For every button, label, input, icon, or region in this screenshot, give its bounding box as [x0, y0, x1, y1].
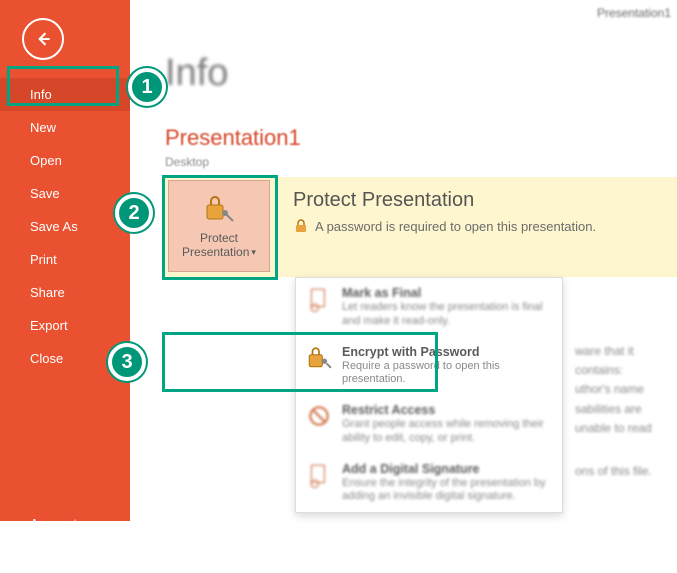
inspect-text-fragment: ware that it contains: uthor's name sabi…	[575, 342, 677, 438]
versions-text-fragment: ons of this file.	[575, 462, 652, 481]
menu-encrypt-desc: Require a password to open this presenta…	[342, 360, 552, 388]
menu-digital-signature[interactable]: Add a Digital SignatureEnsure the integr…	[296, 454, 562, 513]
sidebar-item-export[interactable]: Export	[0, 309, 130, 342]
step-badge-1: 1	[128, 68, 166, 106]
sidebar-item-info[interactable]: Info	[0, 78, 130, 111]
protect-info: Protect Presentation A password is requi…	[273, 177, 596, 234]
protect-section: Protect Presentation▾ Protect Presentati…	[165, 177, 677, 277]
signature-icon	[306, 462, 332, 488]
doc-path: Desktop	[130, 151, 677, 169]
sidebar-item-account[interactable]: Account	[0, 507, 130, 540]
sidebar-item-open[interactable]: Open	[0, 144, 130, 177]
menu-restrict-access[interactable]: Restrict AccessGrant people access while…	[296, 395, 562, 454]
restrict-icon	[306, 403, 332, 429]
menu-mark-as-final[interactable]: Mark as FinalLet readers know the presen…	[296, 278, 562, 337]
menu-encrypt-title: Encrypt with Password	[342, 345, 552, 359]
protect-status: A password is required to open this pres…	[315, 219, 596, 234]
doc-title: Presentation1	[130, 95, 677, 151]
backstage-sidebar: Info New Open Save Save As Print Share E…	[0, 0, 130, 521]
sidebar-item-save[interactable]: Save	[0, 177, 130, 210]
chevron-down-icon: ▾	[251, 247, 256, 258]
back-arrow-icon	[33, 29, 53, 49]
protect-heading: Protect Presentation	[293, 189, 596, 212]
sidebar-item-new[interactable]: New	[0, 111, 130, 144]
sidebar-item-save-as[interactable]: Save As	[0, 210, 130, 243]
step-badge-2: 2	[115, 194, 153, 232]
sidebar-item-share[interactable]: Share	[0, 276, 130, 309]
main-panel: Presentation1 Info Presentation1 Desktop…	[130, 0, 677, 521]
step-badge-3: 3	[108, 343, 146, 381]
final-icon	[306, 286, 332, 312]
lock-key-icon	[203, 193, 235, 225]
back-button[interactable]	[22, 18, 64, 60]
protect-button-label: Protect Presentation▾	[182, 231, 256, 260]
page-title: Info	[130, 0, 677, 95]
lock-key-icon	[306, 345, 332, 371]
protect-presentation-button[interactable]: Protect Presentation▾	[168, 180, 270, 272]
sidebar-item-options[interactable]: Options	[0, 540, 130, 573]
sidebar-nav: Info New Open Save Save As Print Share E…	[0, 78, 130, 573]
sidebar-item-print[interactable]: Print	[0, 243, 130, 276]
menu-encrypt-password[interactable]: Encrypt with PasswordRequire a password …	[296, 337, 562, 396]
protect-dropdown-menu: Mark as FinalLet readers know the presen…	[295, 277, 563, 513]
lock-icon	[293, 218, 309, 234]
